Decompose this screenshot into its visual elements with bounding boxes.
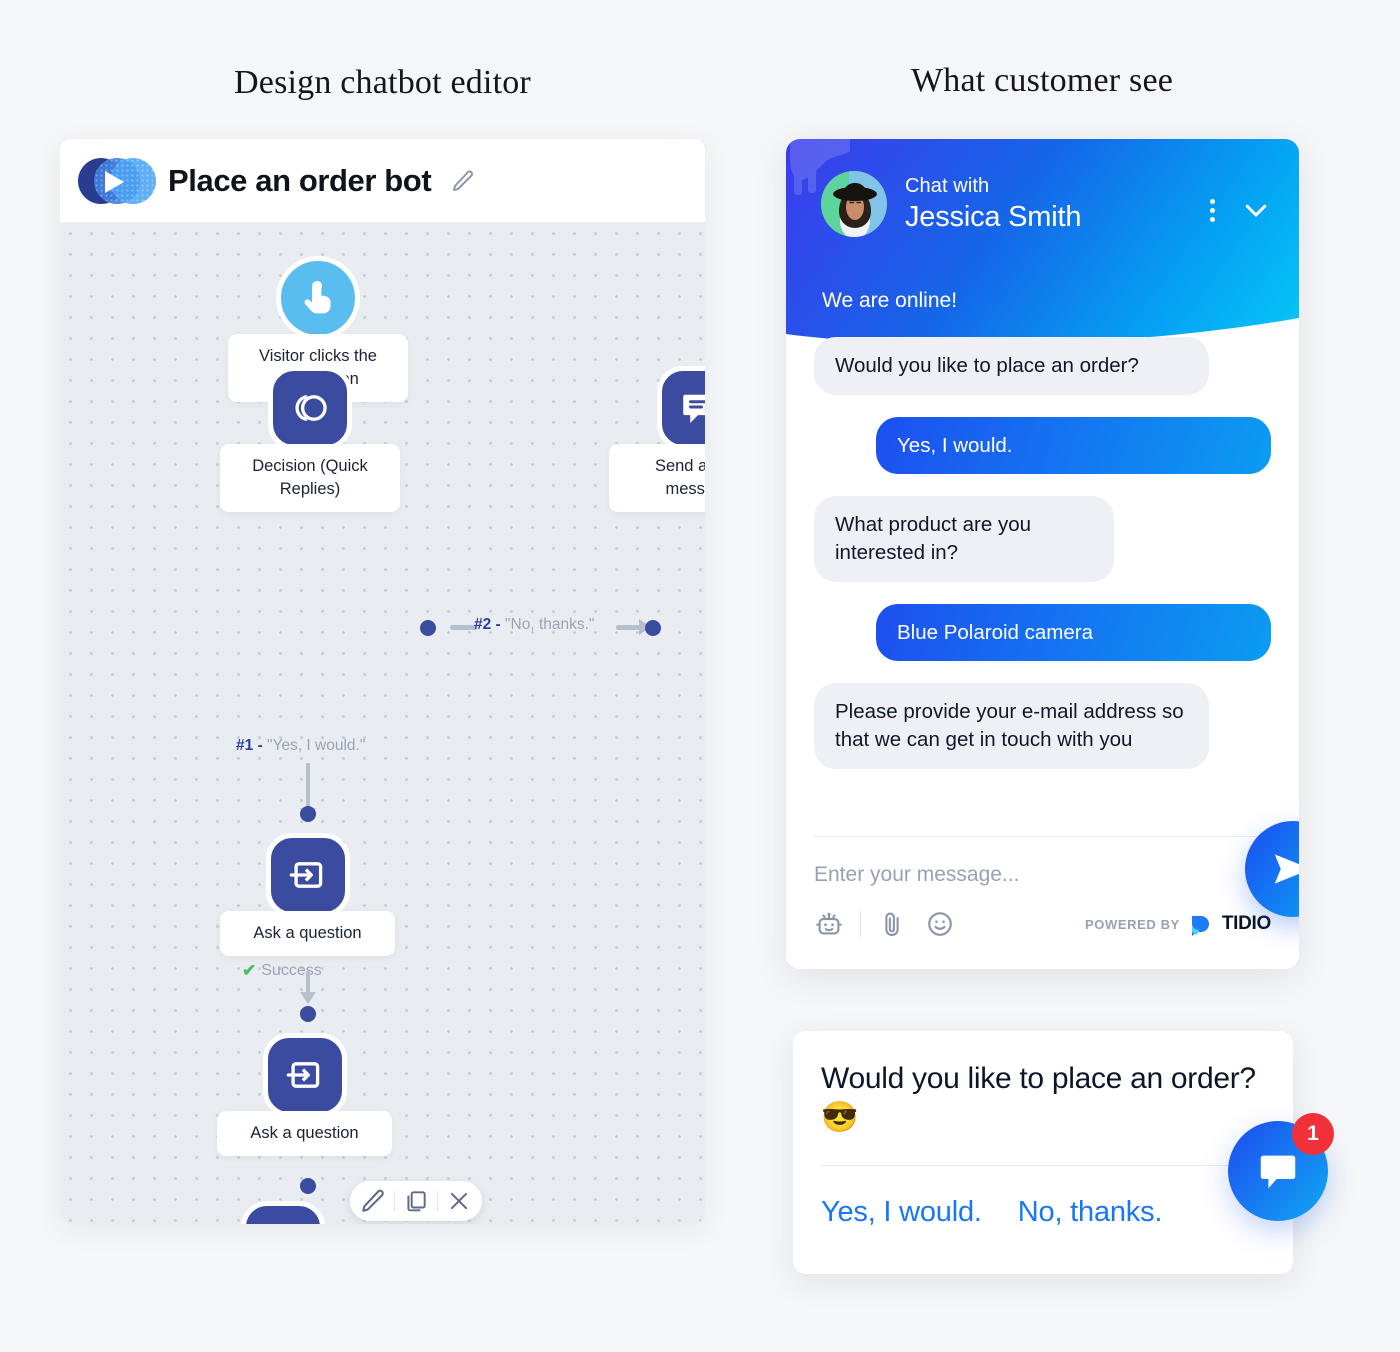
unread-badge: 1 [1292,1113,1334,1155]
agent-name: Jessica Smith [905,200,1082,233]
kebab-menu-icon[interactable] [1210,198,1215,222]
tap-hand-icon [276,256,360,340]
send-icon [1274,854,1299,884]
quick-reply-yes[interactable]: Yes, I would. [821,1196,982,1229]
flow-node-ask-question-2[interactable]: Ask a question [217,1033,392,1156]
flow-node-ask-question-1-label: Ask a question [220,911,395,956]
flow-node-send-message[interactable]: Send a chat message [609,366,705,512]
powered-by-label: POWERED BY [1084,916,1180,932]
chat-bubble-icon [1260,1155,1296,1189]
quick-reply-no[interactable]: No, thanks. [1018,1196,1163,1229]
flow-node-decision[interactable]: Decision (Quick Replies) [220,366,400,512]
tidio-logo-icon [1191,916,1209,936]
input-arrow-icon [262,1033,347,1117]
tidio-bot-logo-icon [78,154,162,208]
quick-reply-options: Yes, I would. No, thanks. [821,1166,1265,1229]
chat-bubble-user: Blue Polaroid camera [876,603,1271,662]
chat-agent-info: Chat with Jessica Smith [905,175,1081,234]
copy-icon[interactable] [403,1188,429,1214]
edge-number: #2 - [474,616,501,633]
chat-launcher-button[interactable]: 1 [1228,1113,1334,1221]
chevron-down-icon[interactable] [1241,195,1271,225]
message-input[interactable]: Enter your message... [786,837,1299,887]
chat-header-actions [1210,195,1271,225]
chat-message-list: Would you like to place an order? Yes, I… [786,337,1299,769]
composer-divider-vertical [860,911,861,937]
chat-widget-header: Chat with Jessica Smith We are online! [786,139,1299,349]
chat-bubble-agent: Please provide your e-mail address so th… [814,683,1209,769]
check-icon: ✔ [242,961,257,980]
edge-number: #1 - [236,737,263,754]
bot-name: Place an order bot [168,162,432,198]
connector-dot[interactable] [300,806,316,822]
screenshot-root: Design chatbot editor What customer see … [0,0,1400,1352]
left-section-title: Design chatbot editor [234,64,531,101]
edge-text: "Yes, I would." [267,737,366,754]
edge-arrow-down [300,763,316,820]
quick-reply-card: Would you like to place an order? 😎 Yes,… [793,1031,1293,1274]
chat-widget: Chat with Jessica Smith We are online! W… [786,139,1299,969]
toolbar-divider [437,1191,438,1211]
pencil-icon[interactable] [360,1188,386,1214]
flow-canvas[interactable]: Visitor clicks the bots button Decision … [60,223,705,1224]
chat-bubble-agent: What product are you interested in? [814,496,1114,582]
tidio-brand: TIDIO [1221,913,1271,934]
flow-node-send-message-label: Send a chat message [609,444,705,512]
quick-replies-icon [268,366,352,450]
flow-node-ask-question-2-label: Ask a question [217,1111,392,1156]
edge-arrow [616,619,651,635]
connector-dot-in[interactable] [645,620,661,636]
flow-node-ask-question-1[interactable]: Ask a question [220,833,395,956]
flow-node-send-message-2[interactable] [241,1201,325,1224]
chat-bubble-agent: Would you like to place an order? [814,337,1209,395]
connector-dot[interactable] [300,1178,316,1194]
toolbar-divider [394,1191,395,1211]
edge-label-branch-1: #1 - "Yes, I would." [236,737,365,755]
composer-toolbar: POWERED BY TIDIO [786,887,1299,969]
editor-header: Place an order bot [60,139,705,223]
powered-by: POWERED BY TIDIO [1085,912,1271,936]
robot-icon[interactable] [814,909,844,939]
quick-reply-question: Would you like to place an order? 😎 [821,1062,1256,1134]
input-arrow-icon [265,833,350,917]
success-text: Success [261,962,322,979]
flow-node-decision-label: Decision (Quick Replies) [220,444,400,512]
right-section-title: What customer see [910,62,1174,99]
connector-dot-out[interactable] [420,620,436,636]
chat-message-icon [241,1201,325,1224]
chatbot-editor-panel: Place an order bot Visitor clicks the bo… [60,139,705,1224]
edge-arrow-down [300,971,316,1004]
edge-text: "No, thanks." [505,616,595,633]
connector-dot[interactable] [300,1006,316,1022]
node-toolbar[interactable] [350,1181,482,1221]
chat-bubble-user: Yes, I would. [876,416,1271,475]
smiley-icon[interactable] [925,909,955,939]
avatar [821,171,887,237]
chat-composer: Enter your message... POWERED BY TIDIO [786,836,1299,969]
pencil-icon[interactable] [451,169,475,193]
paperclip-icon[interactable] [877,909,907,939]
chat-message-icon [657,366,705,450]
close-icon[interactable] [446,1188,472,1214]
chat-with-prefix: Chat with [905,174,990,197]
edge-label-branch-2: #2 - "No, thanks." [474,616,594,634]
